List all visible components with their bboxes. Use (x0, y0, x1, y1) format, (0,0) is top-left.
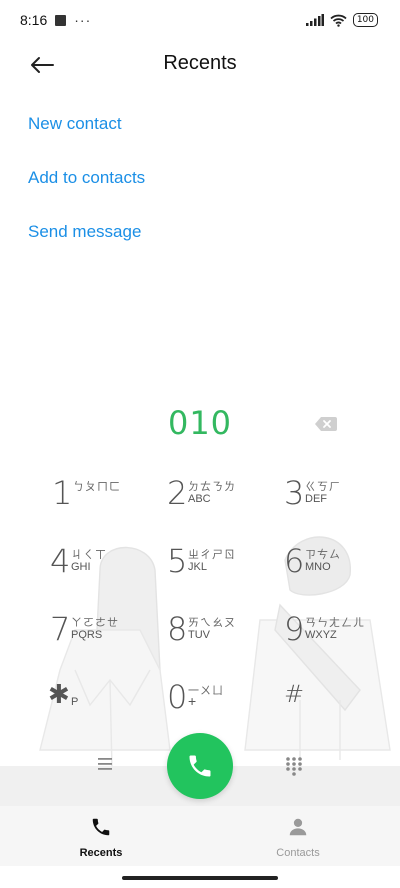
key-6[interactable]: 6 ㄗㄘㄙ MNO (284, 542, 384, 592)
phone-call-icon (189, 755, 211, 777)
key-zhuyin: ㄚㄛㄜㄝ (71, 616, 119, 629)
key-digit: 8 (167, 610, 188, 648)
key-star[interactable]: ✱ P (48, 678, 148, 728)
key-letters: DEF (305, 493, 327, 505)
bottom-nav: Recents Contacts (0, 806, 400, 866)
key-digit: 1 (52, 474, 73, 512)
status-bar: 8:16 ··· 100 (0, 0, 400, 40)
add-to-contacts-link[interactable]: Add to contacts (28, 168, 145, 188)
backspace-icon (315, 417, 337, 431)
key-zhuyin: ㄓㄔㄕㄖ (188, 548, 236, 561)
call-button[interactable] (167, 733, 233, 799)
new-contact-link[interactable]: New contact (28, 114, 122, 134)
tab-recents[interactable]: Recents (41, 816, 161, 859)
tab-contacts-label: Contacts (276, 847, 320, 859)
key-digit: 2 (167, 474, 188, 512)
notification-icon (55, 14, 67, 26)
key-zhuyin: ㄞㄟㄠㄡ (188, 616, 236, 629)
status-time: 8:16 (20, 12, 48, 28)
status-left: 8:16 ··· (20, 12, 91, 28)
key-letters: PQRS (71, 629, 103, 641)
home-indicator[interactable] (122, 876, 278, 880)
hash-icon: # (284, 680, 305, 708)
key-5[interactable]: 5 ㄓㄔㄕㄖ JKL (167, 542, 267, 592)
dialpad-icon (286, 757, 302, 776)
key-digit: 0 (167, 678, 188, 716)
header: Recents (0, 40, 400, 90)
tab-recents-label: Recents (79, 847, 123, 859)
key-letters: P (71, 696, 79, 708)
key-letters: JKL (188, 561, 207, 573)
key-0[interactable]: 0 一ㄨㄩ + (167, 678, 267, 728)
key-8[interactable]: 8 ㄞㄟㄠㄡ TUV (167, 610, 267, 660)
key-digit: 5 (167, 542, 188, 580)
key-zhuyin: ㄐㄑㄒ (71, 548, 107, 561)
key-zhuyin: ㄅㄆㄇㄈ (73, 480, 121, 493)
key-letters: GHI (71, 561, 91, 573)
key-letters: MNO (305, 561, 331, 573)
key-letters: TUV (188, 629, 210, 641)
key-2[interactable]: 2 ㄉㄊㄋㄌ ABC (167, 474, 267, 524)
key-digit: 9 (284, 610, 305, 648)
key-zhuyin: ㄍㄎㄏ (305, 480, 341, 493)
phone-icon (92, 818, 110, 836)
status-right: 100 (305, 13, 378, 27)
key-letters: WXYZ (305, 629, 337, 641)
page-title: Recents (163, 52, 237, 74)
key-digit: 4 (50, 542, 71, 580)
key-1[interactable]: 1 ㄅㄆㄇㄈ (52, 474, 152, 524)
key-zhuyin: ㄗㄘㄙ (305, 548, 341, 561)
key-4[interactable]: 4 ㄐㄑㄒ GHI (50, 542, 150, 592)
tab-contacts[interactable]: Contacts (238, 816, 358, 859)
backspace-button[interactable] (313, 414, 339, 434)
signal-icon (305, 14, 324, 26)
key-hash[interactable]: # (284, 678, 384, 728)
key-digit: 6 (284, 542, 305, 580)
menu-icon (98, 758, 112, 770)
key-letters: ABC (188, 493, 211, 505)
dialpad-toggle-button[interactable] (285, 756, 305, 776)
key-zhuyin: ㄉㄊㄋㄌ (188, 480, 236, 493)
more-notifications-icon: ··· (74, 12, 92, 28)
key-7[interactable]: 7 ㄚㄛㄜㄝ PQRS (50, 610, 150, 660)
key-3[interactable]: 3 ㄍㄎㄏ DEF (284, 474, 384, 524)
key-digit: 7 (50, 610, 71, 648)
battery-icon: 100 (352, 13, 378, 27)
star-icon: ✱ (48, 680, 70, 710)
send-message-link[interactable]: Send message (28, 222, 141, 242)
dialed-number: 010 (167, 404, 233, 442)
key-zhuyin: ㄢㄣㄤㄥㄦ (305, 616, 365, 629)
key-digit: 3 (284, 474, 305, 512)
person-icon (289, 818, 307, 836)
key-letters: + (188, 693, 197, 709)
key-9[interactable]: 9 ㄢㄣㄤㄥㄦ WXYZ (284, 610, 384, 660)
menu-button[interactable] (96, 757, 116, 775)
wifi-icon (330, 14, 347, 27)
